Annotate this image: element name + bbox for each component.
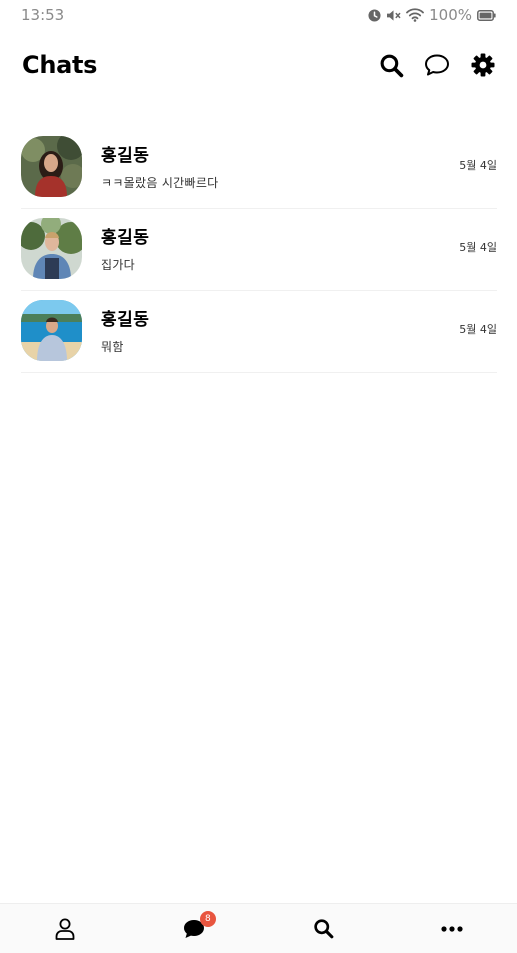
chat-list-item[interactable]: 홍길동 뭐함 5월 4일 xyxy=(21,291,497,373)
avatar xyxy=(21,218,82,279)
chat-name: 홍길동 xyxy=(101,145,150,166)
chat-last-message: 집가다 xyxy=(101,257,136,272)
chat-text: 홍길동 집가다 xyxy=(101,223,149,273)
new-chat-icon xyxy=(425,54,449,76)
nav-more[interactable] xyxy=(422,909,482,949)
search-icon xyxy=(313,919,334,939)
battery-icon xyxy=(477,9,496,21)
avatar xyxy=(21,136,82,197)
chat-name: 홍길동 xyxy=(101,309,150,330)
header: Chats xyxy=(0,42,517,88)
chat-text: 홍길동 ㅋㅋ몰랐음 시간빠르다 xyxy=(101,141,219,191)
nav-profile[interactable] xyxy=(35,909,95,949)
settings-icon xyxy=(471,53,495,77)
chat-date: 5월 4일 xyxy=(459,323,497,336)
chat-list-item[interactable]: 홍길동 ㅋㅋ몰랐음 시간빠르다 5월 4일 xyxy=(21,127,497,209)
chat-last-message: 뭐함 xyxy=(101,339,124,354)
alarm-icon xyxy=(368,8,381,22)
wifi-icon xyxy=(406,8,425,22)
chat-name: 홍길동 xyxy=(101,227,150,248)
chat-last-message: ㅋㅋ몰랐음 시간빠르다 xyxy=(101,175,219,190)
battery-text: 100% xyxy=(429,6,472,24)
status-time: 13:53 xyxy=(21,6,65,24)
more-icon xyxy=(441,925,463,932)
profile-icon xyxy=(55,918,75,940)
search-icon xyxy=(380,54,403,77)
chats-screen: 13:53 100% Chats 홍길동 ㅋㅋ몰랐음 시간빠르다 5월 4일 홍… xyxy=(0,0,517,953)
chats-badge: 8 xyxy=(199,910,216,927)
chat-list-item[interactable]: 홍길동 집가다 5월 4일 xyxy=(21,209,497,291)
chat-list: 홍길동 ㅋㅋ몰랐음 시간빠르다 5월 4일 홍길동 집가다 5월 4일 홍길동 … xyxy=(21,127,497,373)
chat-date: 5월 4일 xyxy=(459,159,497,172)
nav-search[interactable] xyxy=(293,909,353,949)
avatar xyxy=(21,300,82,361)
new-chat-button[interactable] xyxy=(424,52,450,78)
settings-button[interactable] xyxy=(470,52,496,78)
mute-icon xyxy=(386,9,401,22)
chat-date: 5월 4일 xyxy=(459,241,497,254)
page-title: Chats xyxy=(22,51,98,79)
status-bar: 13:53 100% xyxy=(0,0,517,30)
nav-chats[interactable]: 8 xyxy=(164,909,224,949)
status-icons: 100% xyxy=(368,6,496,24)
header-actions xyxy=(378,52,496,78)
search-button[interactable] xyxy=(378,52,404,78)
chat-text: 홍길동 뭐함 xyxy=(101,305,149,355)
bottom-nav: 8 xyxy=(0,903,517,953)
